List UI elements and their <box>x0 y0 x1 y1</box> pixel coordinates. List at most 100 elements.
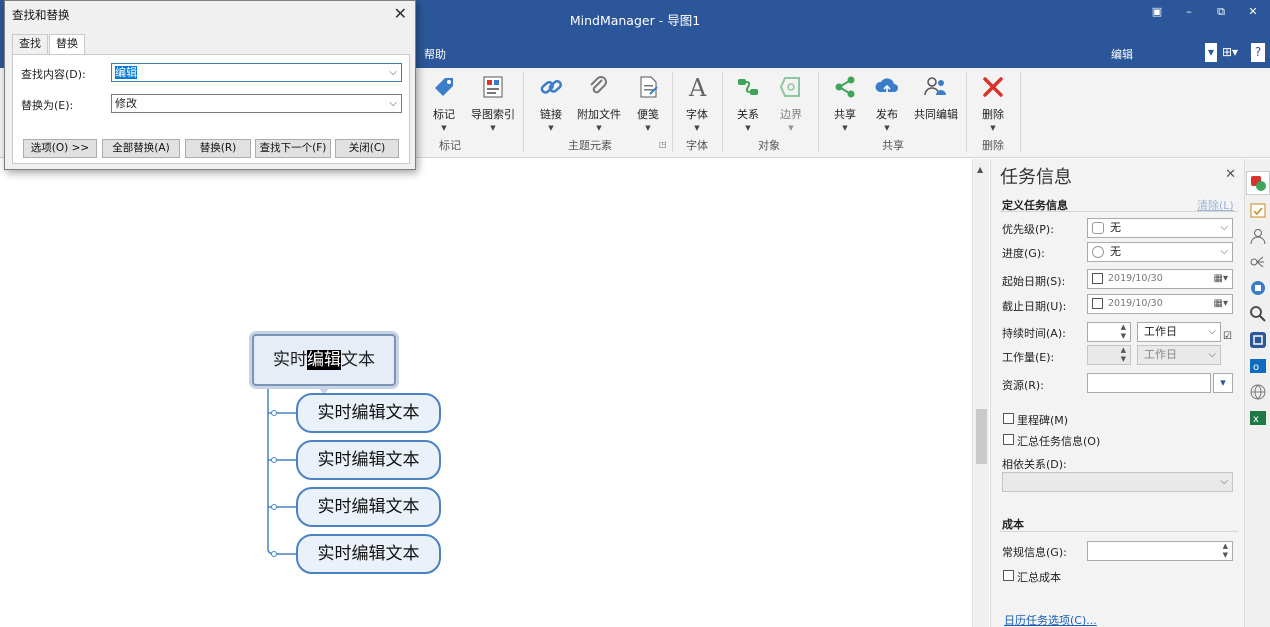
restore-button[interactable]: ⧉ <box>1210 4 1232 20</box>
chevron-down-icon: ⌵ <box>1220 246 1228 257</box>
tab-replace[interactable]: 替换 <box>49 34 85 55</box>
map-navigator-icon[interactable] <box>1249 331 1267 349</box>
subtopic-1[interactable]: 实时编辑文本 <box>296 393 441 433</box>
task-info-pane: 任务信息 ✕ 定义任务信息 清除(L) 优先级(P): 无 ⌵ 进度(G): 无… <box>990 159 1244 627</box>
search-icon[interactable] <box>1249 305 1267 323</box>
scroll-up-icon[interactable]: ▲ <box>977 165 983 174</box>
marker-button[interactable]: 标记 ▼ <box>426 74 462 132</box>
replace-all-button[interactable]: 全部替换(A) <box>102 139 180 158</box>
find-input-value: 编辑 <box>115 66 137 79</box>
group-separator <box>1020 72 1021 152</box>
replace-input[interactable]: 修改 ⌵ <box>111 94 402 113</box>
find-label: 查找内容(D): <box>21 68 86 81</box>
calendar-task-options-link[interactable]: 日历任务选项(C)... <box>1004 612 1097 627</box>
subtopic-2[interactable]: 实时编辑文本 <box>296 440 441 480</box>
replace-input-value: 修改 <box>115 97 137 110</box>
due-date-picker[interactable]: 2019/10/30 ▦▾ <box>1087 294 1233 314</box>
calendar-check-icon[interactable] <box>1249 201 1267 219</box>
task-info-icon[interactable] <box>1249 174 1267 192</box>
find-input[interactable]: 编辑 ⌵ <box>111 63 402 82</box>
subtopic-3[interactable]: 实时编辑文本 <box>296 487 441 527</box>
scroll-thumb[interactable] <box>976 409 987 464</box>
chevron-down-icon: ▼ <box>884 124 890 132</box>
ribbon-display-options-icon[interactable]: ▣ <box>1146 4 1168 20</box>
find-next-button[interactable]: 查找下一个(F) <box>255 139 331 158</box>
resources-dropdown-icon[interactable]: ▾ <box>1213 373 1233 393</box>
map-canvas[interactable] <box>0 159 972 627</box>
calendar-dropdown-icon[interactable]: ▦▾ <box>1214 295 1228 313</box>
milestone-label: 里程碑(M) <box>1017 414 1069 427</box>
central-topic[interactable]: 实时编辑文本 <box>252 334 396 386</box>
close-icon[interactable]: ✕ <box>1225 167 1236 182</box>
layout-dropdown-icon[interactable]: ▾ <box>1205 43 1217 62</box>
map-parts-icon[interactable] <box>1249 253 1267 271</box>
browser-globe-icon[interactable] <box>1249 383 1267 401</box>
co-edit-users-icon <box>924 77 946 96</box>
rollup-task-label: 汇总任务信息(O) <box>1017 435 1101 448</box>
general-info-stepper[interactable]: ▲ ▼ <box>1087 541 1233 561</box>
progress-select[interactable]: 无 ⌵ <box>1087 242 1233 262</box>
org-chart-icon[interactable]: ⊞▾ <box>1219 43 1241 62</box>
priority-icon <box>1092 222 1104 234</box>
resource-person-icon[interactable] <box>1249 227 1267 245</box>
tab-find[interactable]: 查找 <box>12 34 48 54</box>
chevron-down-icon: ▼ <box>788 124 794 132</box>
outlook-icon[interactable]: o <box>1249 357 1267 375</box>
section-cost: 成本 <box>1002 518 1024 531</box>
duration-stepper[interactable]: ▲ ▼ <box>1087 322 1131 342</box>
rollup-task-checkbox[interactable] <box>1003 434 1014 445</box>
help-icon[interactable]: ? <box>1251 43 1265 62</box>
resources-input[interactable] <box>1087 373 1211 393</box>
effort-stepper[interactable]: ▲ ▼ <box>1087 345 1131 365</box>
relationship-icon <box>738 79 758 95</box>
vertical-scrollbar[interactable]: ▲ <box>972 159 989 627</box>
dialog-close-button[interactable]: 关闭(C) <box>335 139 399 158</box>
chevron-down-icon[interactable]: ⌵ <box>389 95 397 112</box>
options-button[interactable]: 选项(O) >> <box>23 139 97 158</box>
subtopic-4[interactable]: 实时编辑文本 <box>296 534 441 574</box>
chevron-down-icon[interactable]: ⌵ <box>389 64 397 81</box>
start-date-picker[interactable]: 2019/10/30 ▦▾ <box>1087 269 1233 289</box>
font-icon: A <box>688 74 707 100</box>
chevron-down-icon: ▼ <box>745 124 751 132</box>
delete-x-icon <box>983 77 1003 97</box>
note-button[interactable]: 便笺 ▼ <box>632 74 664 132</box>
due-date-checkbox[interactable] <box>1092 298 1103 309</box>
milestone-checkbox[interactable] <box>1003 413 1014 424</box>
group-label-objects: 对象 <box>758 139 780 152</box>
link-fields-checkbox[interactable]: ☑ <box>1223 331 1232 342</box>
co-edit-button[interactable]: 共同编辑 <box>912 74 960 122</box>
dialog-launcher-icon[interactable]: ◳ <box>659 140 667 149</box>
start-date-checkbox[interactable] <box>1092 273 1103 284</box>
minimize-button[interactable]: – <box>1178 4 1200 20</box>
relationship-button[interactable]: 关系 ▼ <box>731 74 765 132</box>
excel-icon[interactable]: x <box>1249 409 1267 427</box>
dialog-title: 查找和替换 <box>12 8 70 22</box>
chevron-down-icon: ⌵ <box>1220 222 1228 233</box>
share-button[interactable]: 共享 ▼ <box>828 74 862 132</box>
close-window-button[interactable]: ✕ <box>1242 4 1264 20</box>
effort-unit-select[interactable]: 工作日 ⌵ <box>1137 345 1221 365</box>
svg-text:x: x <box>1253 414 1259 425</box>
attach-file-button[interactable]: 附加文件 ▼ <box>574 74 624 132</box>
group-label-marker: 标记 <box>439 139 461 152</box>
dialog-close-icon[interactable]: ✕ <box>394 4 407 23</box>
priority-select[interactable]: 无 ⌵ <box>1087 218 1233 238</box>
delete-button[interactable]: 删除 ▼ <box>976 74 1010 132</box>
boundary-button[interactable]: 边界 ▼ <box>774 74 808 132</box>
tab-edit[interactable]: 编辑 <box>1111 46 1133 62</box>
share-icon <box>835 76 855 98</box>
link-button[interactable]: 链接 ▼ <box>534 74 568 132</box>
publish-button[interactable]: 发布 ▼ <box>870 74 904 132</box>
note-icon <box>640 76 658 98</box>
library-icon[interactable] <box>1249 279 1267 297</box>
font-button[interactable]: A 字体 ▼ <box>682 74 712 132</box>
tab-help[interactable]: 帮助 <box>424 46 446 62</box>
replace-button[interactable]: 替换(R) <box>185 139 251 158</box>
rollup-cost-checkbox[interactable] <box>1003 570 1014 581</box>
priority-label: 优先级(P): <box>1002 223 1054 236</box>
map-index-button[interactable]: 导图索引 ▼ <box>468 74 518 132</box>
duration-unit-select[interactable]: 工作日 ⌵ <box>1137 322 1221 342</box>
dependencies-select[interactable]: ⌵ <box>1002 472 1233 492</box>
calendar-dropdown-icon[interactable]: ▦▾ <box>1214 270 1228 288</box>
